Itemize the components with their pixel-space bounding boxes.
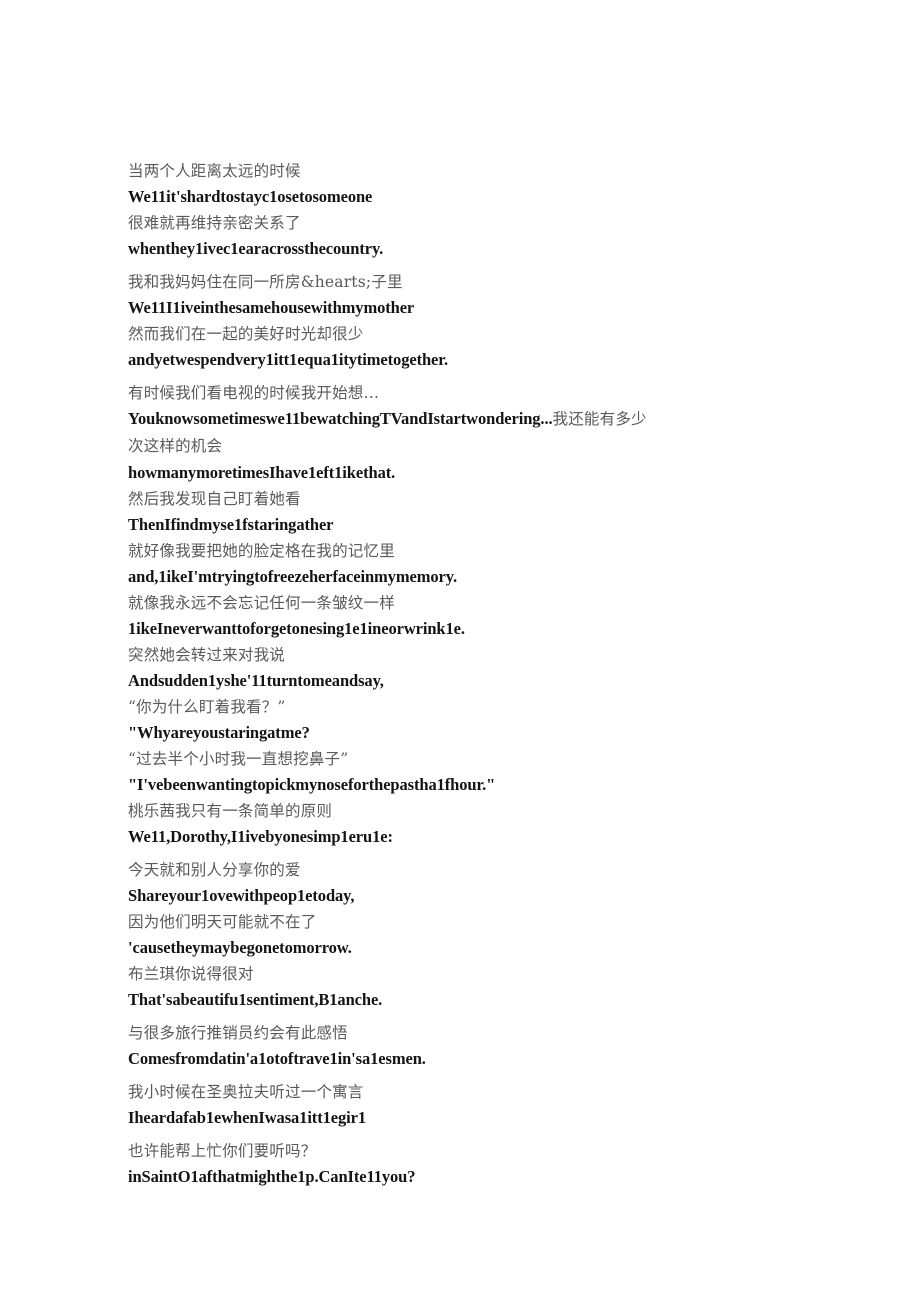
transcript-line-english: "I'vebeenwantingtopickmynoseforthepastha… (128, 775, 496, 794)
transcript-line-chinese: 然而我们在一起的美好时光却很少 (128, 325, 364, 343)
transcript-line-chinese: 布兰琪你说得很对 (128, 965, 254, 983)
transcript-line-english: inSaintO1afthatmighthe1p.CanIte11you? (128, 1167, 416, 1186)
transcript-line-chinese: 就好像我要把她的脸定格在我的记忆里 (128, 542, 395, 560)
stanza: 桃乐茜我只有一条简单的原则 We11,Dorothy,I1ivebyonesimp… (128, 798, 668, 850)
transcript-line-chinese: 也许能帮上忙你们要听吗？ (128, 1142, 317, 1160)
transcript-body: 当两个人距离太远的时候 We11it'shardtostayc1osetosome… (128, 158, 668, 1197)
transcript-line-english: That'sabeautifu1sentiment,B1anche. (128, 990, 383, 1009)
transcript-line-chinese: 有时候我们看电视的时候我开始想… (128, 384, 380, 402)
transcript-line-chinese: “你为什么盯着我看？” (128, 698, 286, 716)
stanza: 有时候我们看电视的时候我开始想… Youknowsometimeswe11bewa… (128, 380, 668, 798)
transcript-line-chinese: 我小时候在圣奥拉夫听过一个寓言 (128, 1083, 364, 1101)
transcript-line-english: Iheardafab1ewhenIwasa1itt1egir1 (128, 1108, 366, 1127)
transcript-line-english: "Whyareyoustaringatme? (128, 723, 310, 742)
transcript-line-chinese: 与很多旅行推销员约会有此感悟 (128, 1024, 348, 1042)
transcript-line-chinese: 就像我永远不会忘记任何一条皱纹一样 (128, 594, 395, 612)
stanza: 与很多旅行推销员约会有此感悟 Comesfromdatin'a1otoftrave… (128, 1020, 668, 1072)
transcript-line-chinese: 当两个人距离太远的时候 (128, 162, 301, 180)
stanza: 今天就和别人分享你的爱 Shareyour1ovewithpeop1etoday,… (128, 857, 668, 1013)
transcript-line-english: whenthey1ivec1earacrossthecountry. (128, 239, 384, 258)
transcript-line-chinese: 很难就再维持亲密关系了 (128, 214, 301, 232)
transcript-line-english: and,1ikeI'mtryingtofreezeherfaceinmymemo… (128, 567, 457, 586)
transcript-line-english: We11I1iveinthesamehousewithmymother (128, 298, 415, 317)
transcript-line-english: ThenIfindmyse1fstaringather (128, 515, 334, 534)
transcript-line-english: 'causetheymaybegonetomorrow. (128, 938, 352, 957)
transcript-line-english: Comesfromdatin'a1otoftrave1in'sa1esmen. (128, 1049, 426, 1068)
transcript-line-chinese: 突然她会转过来对我说 (128, 646, 286, 664)
transcript-line-chinese: 我和我妈妈住在同一所房&hearts;子里 (128, 273, 403, 291)
transcript-line-english: andyetwespendvery1itt1equa1itytimetogeth… (128, 350, 449, 369)
transcript-line-chinese: 今天就和别人分享你的爱 (128, 861, 301, 879)
stanza: 我和我妈妈住在同一所房&hearts;子里 We11I1iveinthesameh… (128, 269, 668, 373)
transcript-line-chinese: 然后我发现自己盯着她看 (128, 490, 301, 508)
stanza: 也许能帮上忙你们要听吗？ inSaintO1afthatmighthe1p.Can… (128, 1138, 668, 1190)
transcript-line-mixed: Youknowsometimeswe11bewatchingTVandIstar… (128, 406, 658, 460)
stanza: 当两个人距离太远的时候 We11it'shardtostayc1osetosome… (128, 158, 668, 262)
transcript-line-english: Shareyour1ovewithpeop1etoday, (128, 886, 355, 905)
transcript-line-english: Youknowsometimeswe11bewatchingTVandIstar… (128, 409, 553, 428)
transcript-line-chinese: 桃乐茜我只有一条简单的原则 (128, 802, 333, 820)
transcript-line-english: howmanymoretimesIhave1eft1ikethat. (128, 463, 396, 482)
stanza: 我小时候在圣奥拉夫听过一个寓言 Iheardafab1ewhenIwasa1itt… (128, 1079, 668, 1131)
transcript-line-english: Andsudden1yshe'11turntomeandsay, (128, 671, 384, 690)
transcript-line-english: We11,Dorothy,I1ivebyonesimp1eru1e: (128, 827, 393, 846)
transcript-line-chinese: “过去半个小时我一直想挖鼻子” (128, 750, 349, 768)
transcript-line-english: 1ikeIneverwanttoforgetonesing1e1ineorwri… (128, 619, 465, 638)
transcript-line-english: We11it'shardtostayc1osetosomeone (128, 187, 373, 206)
transcript-line-chinese: 因为他们明天可能就不在了 (128, 913, 317, 931)
